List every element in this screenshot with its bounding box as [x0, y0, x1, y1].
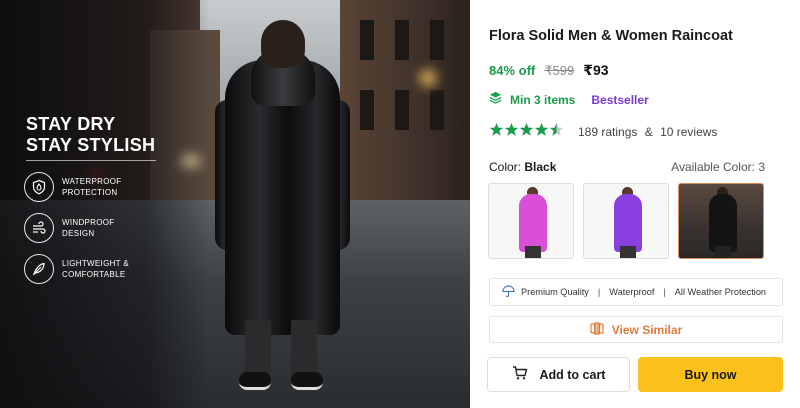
- price-row: 84% off ₹599 ₹93: [489, 62, 609, 79]
- buy-now-button[interactable]: Buy now: [638, 357, 783, 392]
- feature-separator: |: [597, 287, 601, 297]
- feature-all-weather: All Weather Protection: [674, 287, 767, 297]
- model-leg: [291, 320, 317, 380]
- add-to-cart-button[interactable]: Add to cart: [487, 357, 630, 392]
- hero-feature-line: WINDPROOF: [62, 218, 115, 227]
- ratings-count: 189 ratings: [578, 125, 638, 139]
- product-features-bar: Premium Quality | Waterproof | All Weath…: [489, 278, 783, 306]
- product-title: Flora Solid Men & Women Raincoat: [489, 28, 733, 44]
- hero-feature-line: LIGHTWEIGHT &: [62, 259, 129, 268]
- product-details-panel: Flora Solid Men & Women Raincoat 84% off…: [470, 0, 800, 408]
- pink-raincoat-thumbnail: [519, 194, 547, 252]
- reviews-count: 10 reviews: [660, 125, 718, 139]
- hero-divider: [26, 160, 156, 161]
- feature-waterproof: Waterproof: [609, 287, 655, 297]
- selling-price: ₹93: [583, 62, 609, 78]
- ratings-separator: &: [644, 125, 653, 139]
- feature-premium-quality: Premium Quality: [521, 287, 589, 297]
- color-swatch-pink[interactable]: [488, 183, 574, 259]
- hero-feature-lightweight: LIGHTWEIGHT & COMFORTABLE: [24, 254, 152, 284]
- shield-drop-icon: [24, 172, 54, 202]
- view-similar-button[interactable]: View Similar: [489, 316, 783, 343]
- product-meta-row: Min 3 items Bestseller: [489, 91, 649, 109]
- model-head: [261, 20, 305, 68]
- hero-street-light: [420, 70, 436, 86]
- min-items-label: Min 3 items: [510, 93, 576, 107]
- buy-now-label: Buy now: [684, 367, 737, 382]
- view-similar-label: View Similar: [611, 322, 683, 337]
- bestseller-badge: Bestseller: [591, 93, 649, 107]
- model-shoe: [291, 372, 323, 390]
- umbrella-icon: [502, 285, 515, 300]
- discount-badge: 84% off: [489, 63, 536, 78]
- color-label-prefix: Color:: [489, 160, 522, 174]
- swatch-model-legs: [715, 246, 731, 258]
- star-icon: [534, 122, 549, 142]
- hero-feature-windproof: WINDPROOF DESIGN: [24, 213, 152, 243]
- hero-dark-overlay: [0, 0, 210, 408]
- model-leg: [245, 320, 271, 380]
- purple-raincoat-thumbnail: [614, 194, 642, 252]
- color-swatch-black[interactable]: [678, 183, 764, 259]
- original-price: ₹599: [544, 63, 575, 78]
- hero-headline-line: STAY DRY: [26, 114, 116, 134]
- ratings-count-text[interactable]: 189 ratings & 10 reviews: [578, 125, 717, 139]
- hero-feature-line: DESIGN: [62, 229, 95, 238]
- star-icon: [519, 122, 534, 142]
- hero-window: [360, 20, 374, 60]
- hero-headline: STAY DRY STAY STYLISH: [26, 114, 155, 156]
- swatch-model-legs: [620, 246, 636, 258]
- hero-headline-line: STAY STYLISH: [26, 135, 156, 155]
- feature-separator: |: [663, 287, 666, 297]
- cart-icon: [512, 365, 528, 384]
- color-selector-header: Color: Black Available Color: 3: [489, 160, 765, 174]
- model-wearing-raincoat: [215, 20, 350, 400]
- black-raincoat-thumbnail: [709, 194, 737, 252]
- half-star-icon: [549, 122, 564, 142]
- available-colors-count: Available Color: 3: [671, 160, 765, 174]
- star-icon: [504, 122, 519, 142]
- hero-window: [395, 20, 409, 60]
- hero-window: [395, 90, 409, 130]
- add-to-cart-label: Add to cart: [539, 367, 606, 382]
- wind-icon: [24, 213, 54, 243]
- selected-color-value: Black: [524, 160, 557, 174]
- hero-window: [360, 90, 374, 130]
- hero-window: [430, 90, 444, 130]
- color-swatch-list: [488, 183, 764, 259]
- layers-icon: [489, 91, 502, 109]
- hero-window: [430, 20, 444, 60]
- hero-feature-line: COMFORTABLE: [62, 270, 126, 279]
- rating-row[interactable]: 189 ratings & 10 reviews: [489, 122, 717, 142]
- hero-feature-line: PROTECTION: [62, 188, 118, 197]
- selected-color-label: Color: Black: [489, 160, 556, 174]
- product-hero-image: STAY DRY STAY STYLISH WATERPROOF PROTECT…: [0, 0, 470, 408]
- star-icon: [489, 122, 504, 142]
- similar-items-icon: [590, 321, 604, 338]
- hero-feature-waterproof: WATERPROOF PROTECTION: [24, 172, 152, 202]
- feather-icon: [24, 254, 54, 284]
- hero-feature-line: WATERPROOF: [62, 177, 122, 186]
- swatch-model-legs: [525, 246, 541, 258]
- model-shoe: [239, 372, 271, 390]
- color-swatch-purple[interactable]: [583, 183, 669, 259]
